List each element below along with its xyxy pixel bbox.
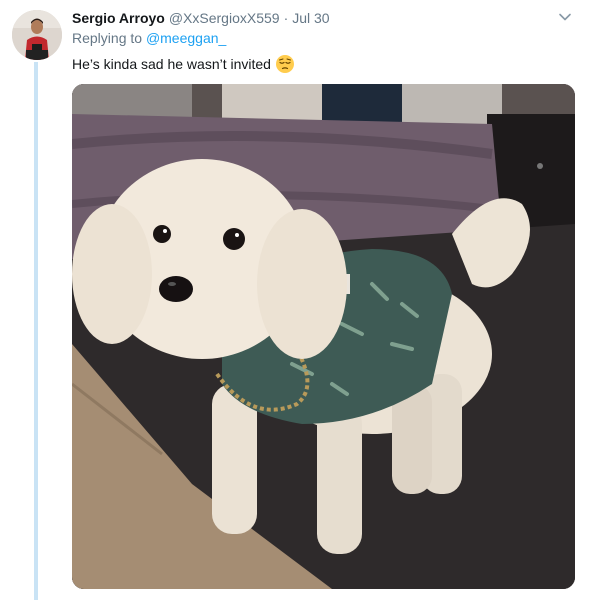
tweet-text-content: He’s kinda sad he wasn’t invited	[72, 56, 271, 72]
author-name[interactable]: Sergio Arroyo	[72, 10, 165, 26]
thread-line	[34, 62, 38, 600]
replying-to: Replying to @meeggan_	[72, 30, 226, 46]
pensive-face-emoji	[275, 54, 295, 74]
avatar[interactable]	[12, 10, 62, 60]
reply-prefix: Replying to	[72, 30, 143, 46]
tweet-header: Sergio Arroyo @XxSergioxX559 · Jul 30	[72, 8, 566, 28]
tweet: Sergio Arroyo @XxSergioxX559 · Jul 30 Re…	[0, 0, 596, 600]
tweet-timestamp[interactable]: Jul 30	[292, 10, 329, 26]
author-handle[interactable]: @XxSergioxX559	[169, 10, 280, 26]
dog-photo-image	[72, 84, 575, 589]
chevron-down-icon[interactable]	[558, 10, 572, 24]
reply-mention-link[interactable]: @meeggan_	[146, 30, 226, 46]
tweet-text: He’s kinda sad he wasn’t invited	[72, 54, 295, 74]
avatar-image	[12, 10, 62, 60]
tweet-photo[interactable]	[72, 84, 575, 589]
separator-dot: ·	[283, 10, 289, 26]
